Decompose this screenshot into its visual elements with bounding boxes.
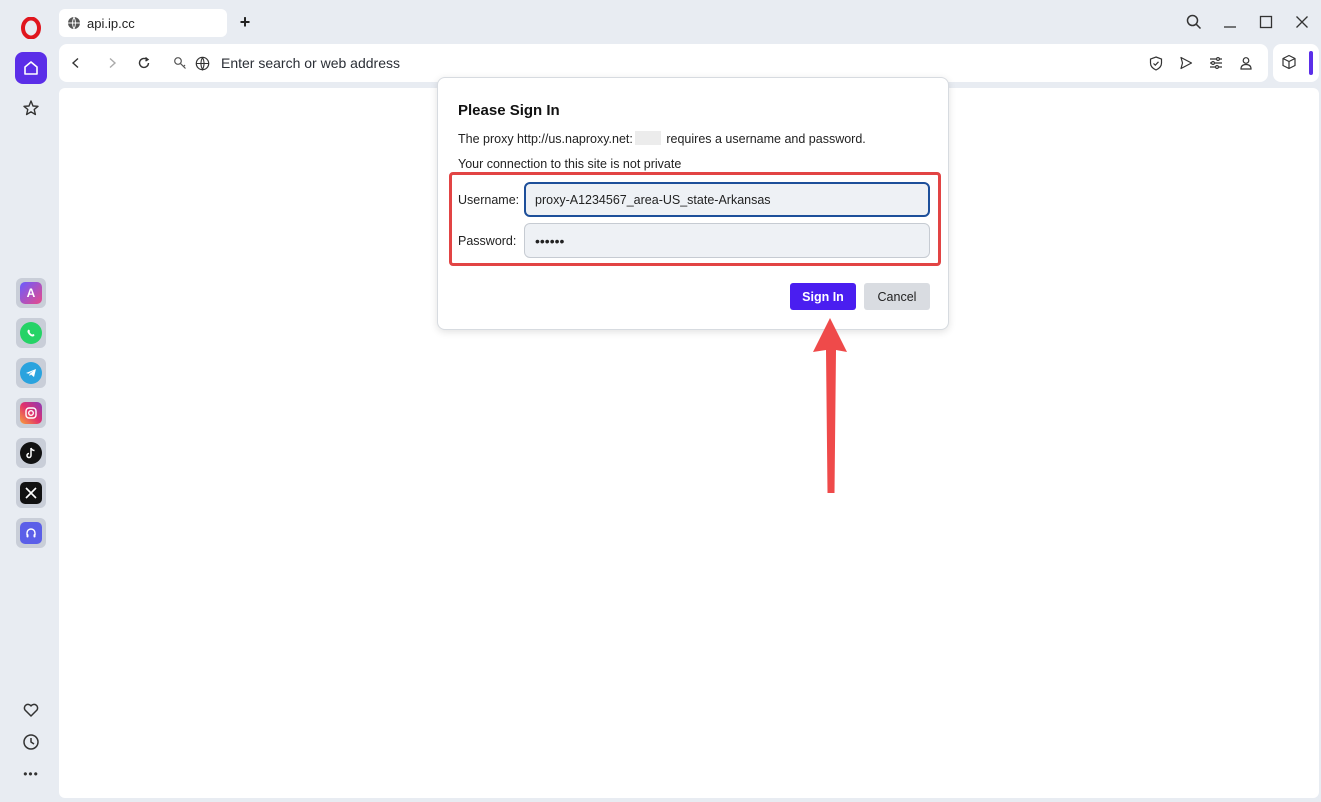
minimize-icon <box>1224 26 1236 28</box>
shield-icon <box>1149 55 1163 71</box>
proxy-message-prefix: The proxy http://us.naproxy.net: <box>458 132 633 146</box>
history-button[interactable] <box>15 726 47 758</box>
heart-icon <box>23 703 39 717</box>
private-warning: Your connection to this site is not priv… <box>458 157 682 171</box>
sidebar-app-tiktok[interactable] <box>16 438 46 468</box>
favorites-button[interactable] <box>15 694 47 726</box>
password-field[interactable]: •••••• <box>524 223 930 258</box>
proxy-message-suffix: requires a username and password. <box>666 132 866 146</box>
maximize-button[interactable] <box>1256 12 1276 32</box>
tab-title: api.ip.cc <box>87 15 135 31</box>
clock-icon <box>23 734 39 750</box>
chevron-right-icon <box>109 57 117 69</box>
password-label: Password: <box>458 234 517 248</box>
reload-icon <box>138 56 150 69</box>
speed-dial-button[interactable] <box>15 92 47 124</box>
extensions-button[interactable] <box>1273 44 1319 82</box>
send-button[interactable] <box>1177 54 1195 72</box>
telegram-icon <box>20 362 42 384</box>
key-icon[interactable] <box>171 54 189 72</box>
search-tabs-button[interactable] <box>1184 12 1204 32</box>
cube-icon <box>1282 54 1296 70</box>
search-icon <box>1186 14 1202 30</box>
sidebar: A ••• <box>0 0 58 802</box>
more-icon[interactable]: ••• <box>15 758 47 790</box>
tab-active[interactable]: api.ip.cc <box>59 9 227 37</box>
username-label: Username: <box>458 193 520 207</box>
whatsapp-icon <box>20 322 42 344</box>
sidebar-app-aria[interactable]: A <box>16 278 46 308</box>
dialog-title: Please Sign In <box>458 102 560 119</box>
opera-logo-icon[interactable] <box>21 16 41 40</box>
cancel-button[interactable]: Cancel <box>864 283 930 310</box>
home-icon <box>24 61 38 75</box>
sidebar-app-instagram[interactable] <box>16 398 46 428</box>
back-button[interactable] <box>67 54 85 72</box>
home-button[interactable] <box>15 52 47 84</box>
sidebar-app-x[interactable] <box>16 478 46 508</box>
chevron-left-icon <box>71 57 79 69</box>
send-icon <box>1180 56 1193 70</box>
profile-button[interactable] <box>1237 54 1255 72</box>
proxy-message: The proxy http://us.naproxy.net: require… <box>458 131 866 146</box>
headphones-icon <box>20 522 42 544</box>
new-tab-button[interactable]: + <box>236 12 254 32</box>
aria-icon: A <box>20 282 42 304</box>
proxy-auth-dialog: Please Sign In The proxy http://us.napro… <box>437 77 949 330</box>
address-input[interactable]: Enter search or web address <box>221 55 400 71</box>
user-icon <box>1240 57 1252 70</box>
forward-button[interactable] <box>103 54 121 72</box>
close-icon <box>1296 16 1308 28</box>
close-window-button[interactable] <box>1292 12 1312 32</box>
sidebar-app-whatsapp[interactable] <box>16 318 46 348</box>
reload-button[interactable] <box>135 54 153 72</box>
sign-in-button[interactable]: Sign In <box>790 283 856 310</box>
maximize-icon <box>1259 15 1273 29</box>
tiktok-icon <box>20 442 42 464</box>
easy-setup-button[interactable] <box>1207 54 1225 72</box>
redacted-port <box>634 131 661 145</box>
x-icon <box>20 482 42 504</box>
site-info-globe-icon[interactable] <box>193 54 211 72</box>
vpn-shield-button[interactable] <box>1147 54 1165 72</box>
instagram-icon <box>20 402 42 424</box>
globe-icon <box>68 16 80 30</box>
side-panel-accent <box>1309 51 1313 75</box>
username-field[interactable]: proxy-A1234567_area-US_state-Arkansas <box>524 182 930 217</box>
sidebar-app-telegram[interactable] <box>16 358 46 388</box>
settings-sliders-icon <box>1210 57 1222 69</box>
star-icon <box>23 100 39 116</box>
annotation-arrow-icon <box>813 318 847 493</box>
sidebar-app-music[interactable] <box>16 518 46 548</box>
minimize-button[interactable] <box>1220 12 1240 32</box>
